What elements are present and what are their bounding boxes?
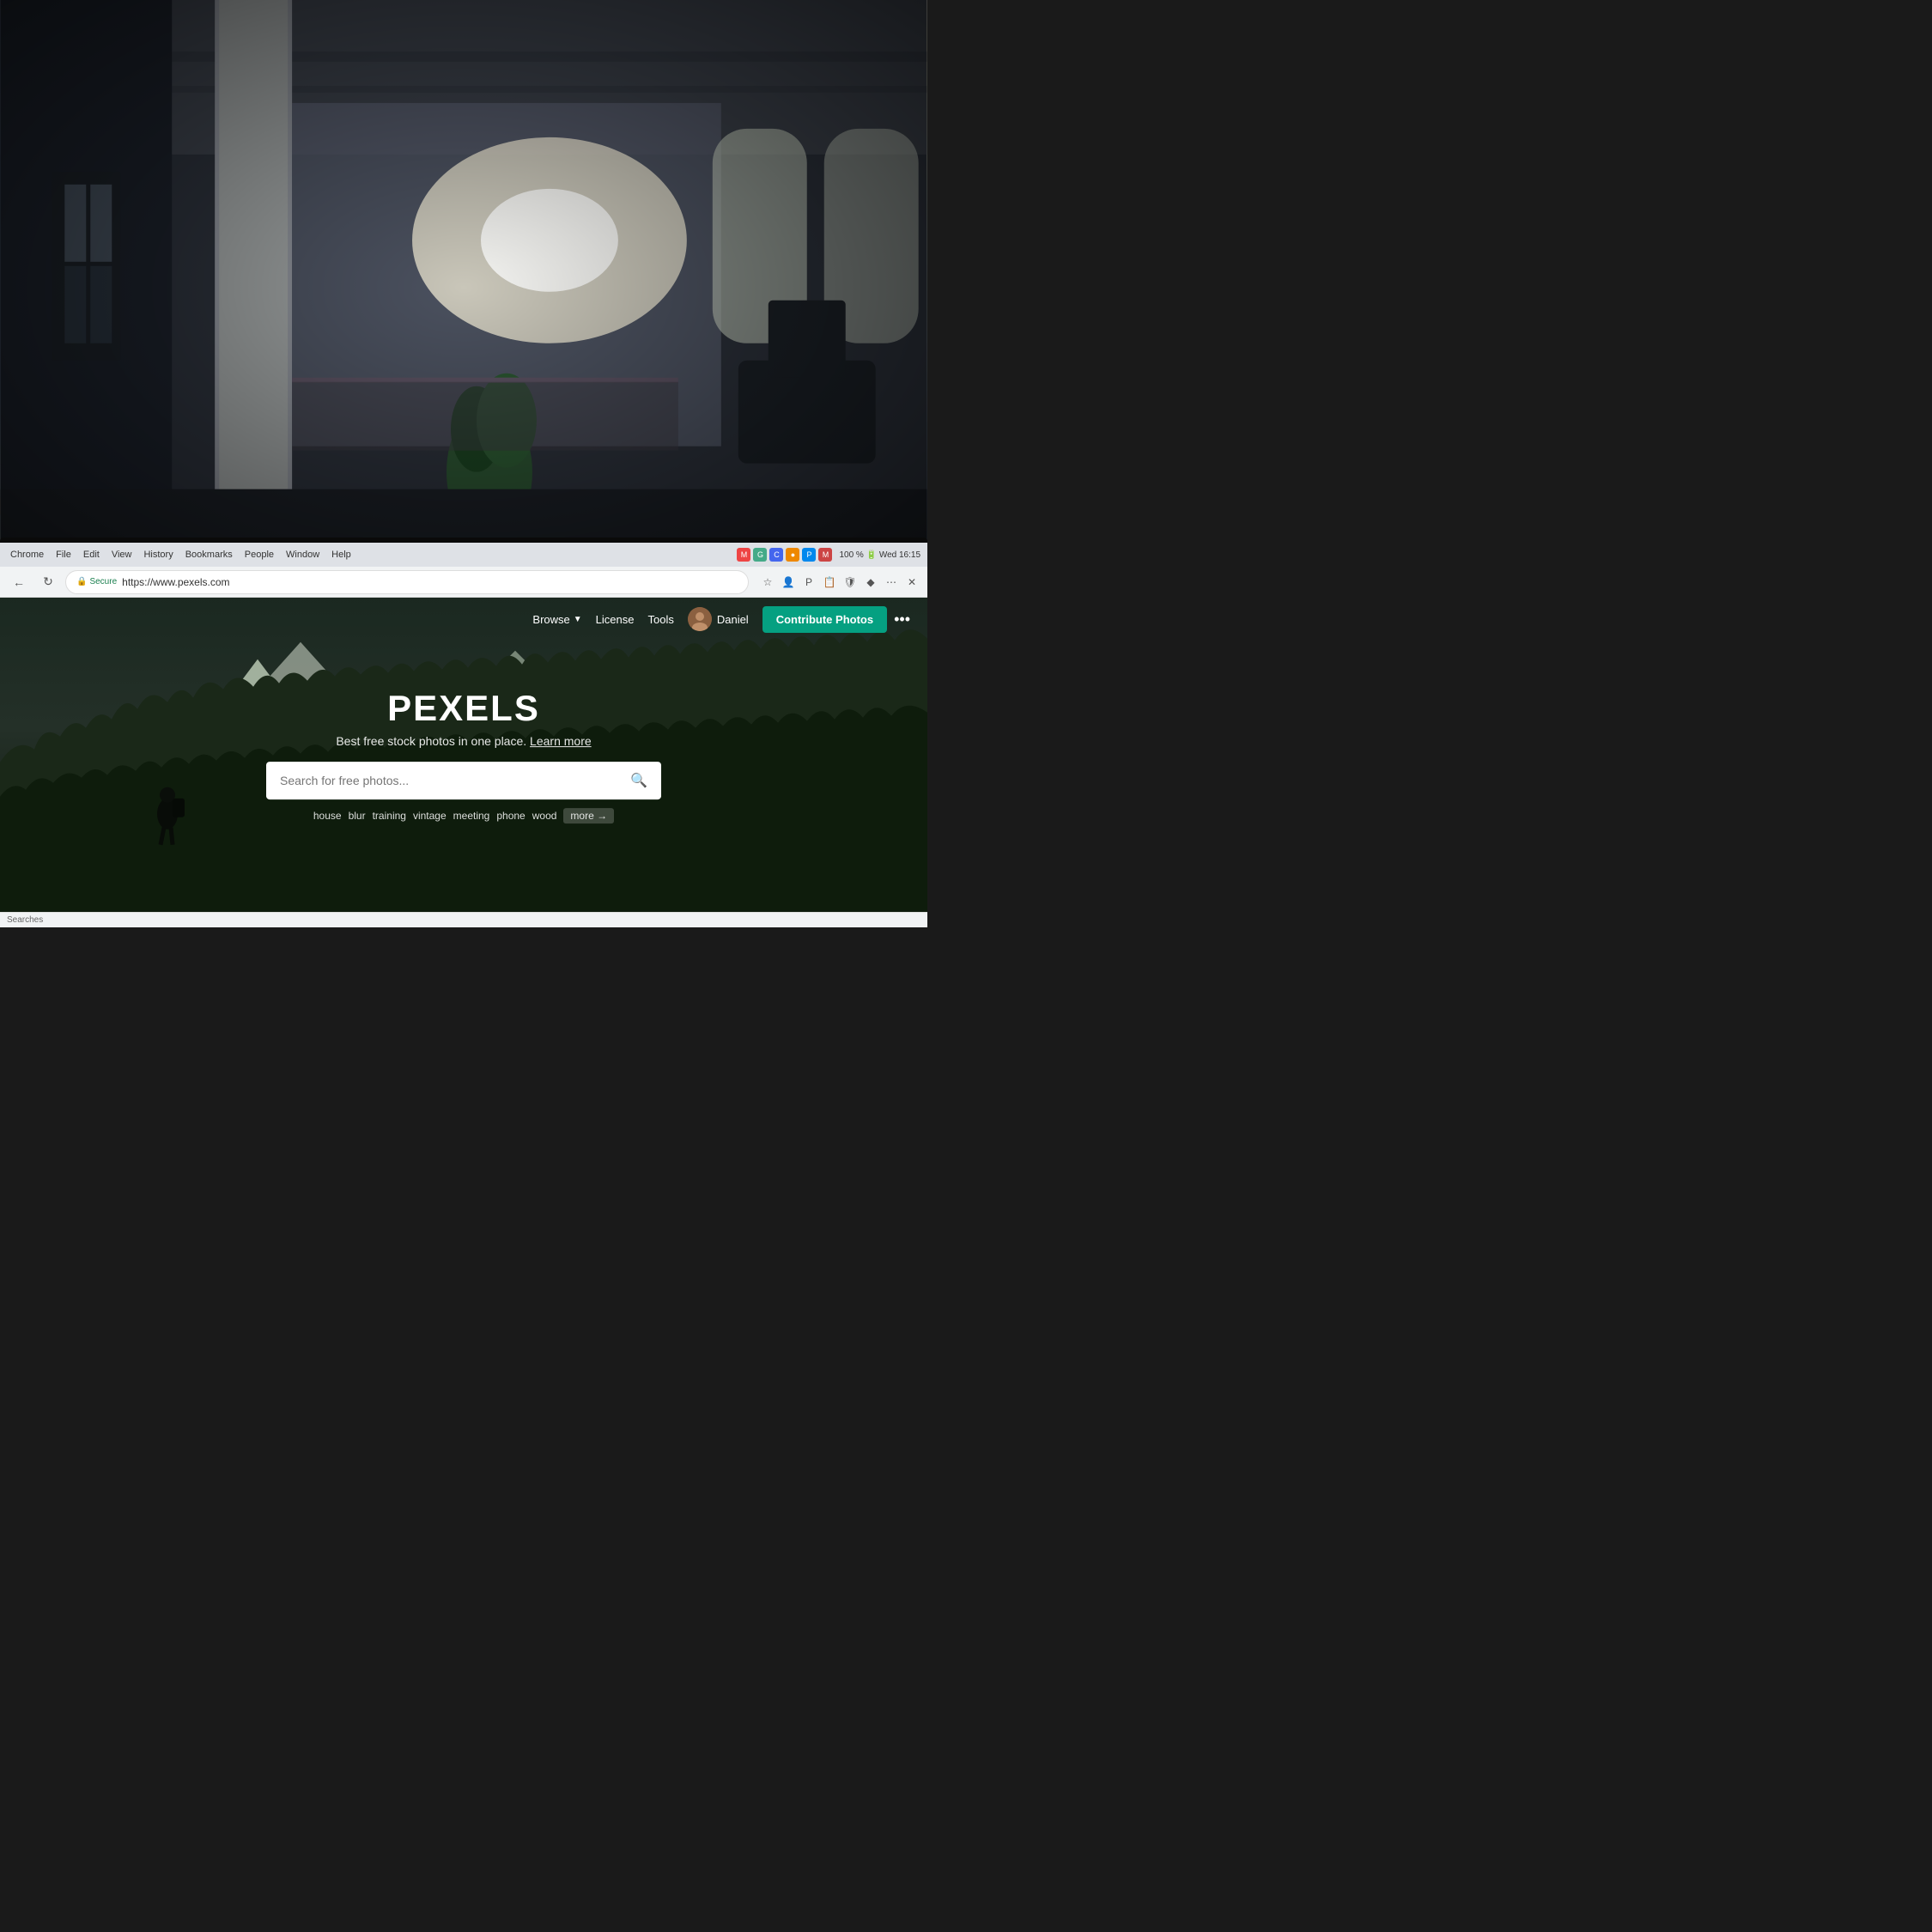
nav-username: Daniel <box>717 613 749 626</box>
ext-icon-3: C <box>769 548 783 562</box>
menu-bookmarks[interactable]: Bookmarks <box>185 550 233 560</box>
address-bar[interactable]: 🔒 Secure https://www.pexels.com <box>65 570 749 594</box>
monitor-bezel: Chrome File Edit View History Bookmarks … <box>0 538 927 927</box>
suggestion-blur[interactable]: blur <box>349 810 366 822</box>
background-photo <box>0 0 927 575</box>
user-avatar <box>688 607 712 631</box>
back-button[interactable]: ← <box>7 570 31 594</box>
browser-window: Chrome File Edit View History Bookmarks … <box>0 543 927 927</box>
suggestion-house[interactable]: house <box>313 810 342 822</box>
system-info: M G C ● P M 100 % 🔋 Wed 16:15 <box>737 548 920 562</box>
menu-file[interactable]: File <box>56 550 71 560</box>
menu-help[interactable]: Help <box>331 550 351 560</box>
pexels-tagline: Best free stock photos in one place. Lea… <box>93 734 835 748</box>
suggestion-more[interactable]: more → <box>563 808 614 823</box>
browser-status-bar: Searches <box>0 912 927 927</box>
menu-people[interactable]: People <box>245 550 274 560</box>
menu-chrome[interactable]: Chrome <box>10 550 44 560</box>
url-text: https://www.pexels.com <box>122 576 229 588</box>
browse-chevron-icon: ▼ <box>574 615 582 624</box>
nav-browse[interactable]: Browse ▼ <box>532 613 581 626</box>
browser-toolbar: ← ↻ 🔒 Secure https://www.pexels.com ☆ 👤 … <box>0 567 927 598</box>
ext-icon-6: M <box>818 548 832 562</box>
pexels-navbar: Browse ▼ License Tools Dani <box>0 598 927 641</box>
suggestion-wood[interactable]: wood <box>532 810 557 822</box>
pexels-hero: Browse ▼ License Tools Dani <box>0 598 927 927</box>
suggestion-training[interactable]: training <box>373 810 406 822</box>
browser-titlebar: Chrome File Edit View History Bookmarks … <box>0 543 927 567</box>
more-tools-icon[interactable]: ⋯ <box>883 574 900 591</box>
website-content: Browse ▼ License Tools Dani <box>0 598 927 927</box>
bookmark-star-icon[interactable]: ☆ <box>759 574 776 591</box>
system-clock: 100 % 🔋 Wed 16:15 <box>839 550 920 560</box>
ext-icon-bar-2[interactable]: 🛡 <box>841 574 859 591</box>
contribute-photos-button[interactable]: Contribute Photos <box>762 606 887 633</box>
nav-more-icon[interactable]: ••• <box>894 611 910 629</box>
menu-edit[interactable]: Edit <box>83 550 100 560</box>
toolbar-icons: ☆ 👤 P 📋 🛡 ◆ ⋯ ✕ <box>759 574 920 591</box>
nav-user[interactable]: Daniel <box>688 607 749 631</box>
close-tab-icon[interactable]: ✕ <box>903 574 920 591</box>
pexels-logo: PEXELS <box>93 688 835 729</box>
ext-icon-1: M <box>737 548 750 562</box>
browser-menu: Chrome File Edit View History Bookmarks … <box>10 550 351 560</box>
search-bar[interactable]: 🔍 <box>266 762 661 799</box>
ext-icon-4: ● <box>786 548 799 562</box>
search-suggestions: house blur training vintage meeting phon… <box>93 808 835 823</box>
menu-history[interactable]: History <box>143 550 173 560</box>
nav-license[interactable]: License <box>596 613 635 626</box>
ext-icon-5: P <box>802 548 816 562</box>
pinterest-ext-icon[interactable]: P <box>800 574 817 591</box>
menu-window[interactable]: Window <box>286 550 319 560</box>
menu-view[interactable]: View <box>112 550 132 560</box>
suggestion-phone[interactable]: phone <box>496 810 525 822</box>
reload-button[interactable]: ↻ <box>36 570 60 594</box>
search-input[interactable] <box>280 774 630 787</box>
search-icon: 🔍 <box>630 772 647 789</box>
nav-tools[interactable]: Tools <box>647 613 673 626</box>
ext-icon-2: G <box>753 548 767 562</box>
extension-icons: M G C ● P M <box>737 548 832 562</box>
status-text: Searches <box>7 915 43 925</box>
suggestion-meeting[interactable]: meeting <box>453 810 490 822</box>
hero-content: PEXELS Best free stock photos in one pla… <box>93 688 835 823</box>
profile-icon[interactable]: 👤 <box>780 574 797 591</box>
secure-indicator: 🔒 Secure <box>76 577 117 586</box>
ext-icon-bar-3[interactable]: ◆ <box>862 574 879 591</box>
suggestion-vintage[interactable]: vintage <box>413 810 447 822</box>
ext-icon-bar-1[interactable]: 📋 <box>821 574 838 591</box>
learn-more-link[interactable]: Learn more <box>530 734 592 748</box>
